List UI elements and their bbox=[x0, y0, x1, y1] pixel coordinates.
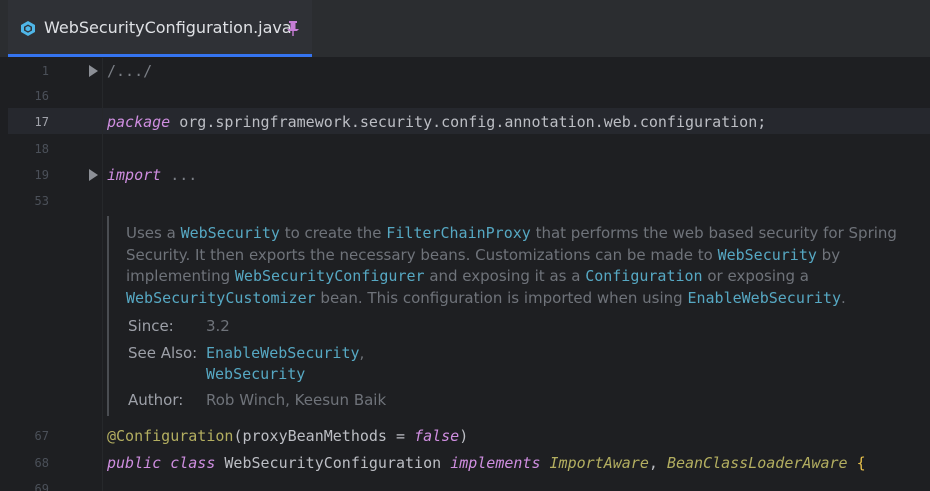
pin-icon[interactable] bbox=[286, 20, 300, 37]
code-line: 67 @Configuration(proxyBeanMethods = fal… bbox=[0, 423, 930, 449]
code-line: 19 import ... bbox=[0, 162, 930, 188]
code-line: 1 /.../ bbox=[0, 58, 930, 84]
doc-link-configuration[interactable]: Configuration bbox=[585, 267, 702, 285]
code-line: 68 public class WebSecurityConfiguration… bbox=[0, 450, 930, 476]
folded-placeholder: ... bbox=[170, 166, 198, 184]
javadoc-description: Uses a WebSecurity to create the FilterC… bbox=[126, 223, 926, 309]
see-also-separator: , bbox=[359, 344, 365, 362]
editor-tab-bar: WebSecurityConfiguration.java bbox=[0, 0, 930, 58]
folded-imports[interactable]: import ... bbox=[107, 162, 197, 188]
code-line: 53 bbox=[0, 188, 930, 214]
see-also-item: EnableWebSecurity, bbox=[206, 344, 364, 362]
line-number: 68 bbox=[34, 456, 49, 470]
doc-text: and exposing it as a bbox=[424, 267, 586, 285]
keyword: class bbox=[170, 454, 216, 472]
doc-text: . bbox=[841, 288, 846, 307]
see-also-link-enablewebsecurity[interactable]: EnableWebSecurity bbox=[206, 344, 360, 362]
line-number: 17 bbox=[34, 115, 49, 129]
line-number: 1 bbox=[41, 64, 49, 78]
keyword: public bbox=[107, 454, 162, 472]
tab-websecurityconfiguration[interactable]: WebSecurityConfiguration.java bbox=[8, 0, 312, 57]
author-label: Author: bbox=[128, 391, 184, 409]
package-statement[interactable]: package org.springframework.security.con… bbox=[107, 109, 766, 135]
doc-link-enablewebsecurity[interactable]: EnableWebSecurity bbox=[687, 289, 841, 307]
line-number: 53 bbox=[34, 194, 49, 208]
code-line: 69 bbox=[0, 476, 930, 491]
author-value: Rob Winch, Keesun Baik bbox=[206, 391, 387, 409]
doc-text: bean. This configuration is imported whe… bbox=[315, 288, 688, 307]
keyword: import bbox=[107, 166, 162, 184]
since-label: Since: bbox=[128, 317, 174, 335]
doc-text: to create the bbox=[279, 224, 387, 242]
doc-text: Uses a bbox=[126, 224, 181, 242]
separator: , bbox=[648, 454, 658, 472]
doc-link-websecurityconfigurer[interactable]: WebSecurityConfigurer bbox=[235, 267, 425, 285]
code-line: 18 bbox=[0, 136, 930, 162]
active-tab-indicator bbox=[8, 54, 312, 57]
doc-link-websecurity[interactable]: WebSecurity bbox=[181, 224, 280, 242]
class-name: WebSecurityConfiguration bbox=[224, 454, 442, 472]
keyword: package bbox=[107, 113, 171, 131]
since-value: 3.2 bbox=[206, 317, 230, 335]
fold-expand-icon[interactable] bbox=[89, 65, 98, 77]
java-class-icon bbox=[21, 21, 35, 36]
line-number: 16 bbox=[34, 89, 49, 103]
code-line: 17 package org.springframework.security.… bbox=[0, 109, 930, 135]
interface-name: BeanClassLoaderAware bbox=[666, 454, 848, 472]
doc-text: or exposing a bbox=[702, 267, 809, 285]
rendered-javadoc[interactable]: Uses a WebSecurity to create the FilterC… bbox=[107, 216, 919, 416]
keyword: false bbox=[414, 427, 460, 445]
code-editor[interactable]: 1 /.../ 16 17 package org.springframewor… bbox=[0, 58, 930, 491]
annotation: @Configuration bbox=[107, 427, 234, 445]
see-also-label: See Also: bbox=[128, 344, 198, 362]
interface-name: ImportAware bbox=[549, 454, 649, 472]
open-brace: { bbox=[856, 454, 866, 472]
keyword: implements bbox=[450, 454, 541, 472]
tab-title: WebSecurityConfiguration.java bbox=[44, 18, 292, 37]
see-also-link-websecurity[interactable]: WebSecurity bbox=[206, 365, 305, 383]
doc-link-websecurity[interactable]: WebSecurity bbox=[718, 246, 817, 264]
package-name: org.springframework.security.config.anno… bbox=[179, 113, 767, 131]
doc-link-filterchainproxy[interactable]: FilterChainProxy bbox=[386, 224, 531, 242]
annotation-args: (proxyBeanMethods = bbox=[233, 427, 415, 445]
line-number: 19 bbox=[34, 168, 49, 182]
code-line: 16 bbox=[0, 83, 930, 109]
class-declaration[interactable]: public class WebSecurityConfiguration im… bbox=[107, 450, 866, 476]
line-number: 67 bbox=[34, 429, 49, 443]
folded-header-comment[interactable]: /.../ bbox=[107, 58, 152, 84]
line-number: 69 bbox=[34, 482, 49, 491]
fold-expand-icon[interactable] bbox=[89, 169, 98, 181]
line-number: 18 bbox=[34, 142, 49, 156]
configuration-annotation[interactable]: @Configuration(proxyBeanMethods = false) bbox=[107, 423, 468, 449]
annotation-close: ) bbox=[459, 427, 469, 445]
doc-link-websecuritycustomizer[interactable]: WebSecurityCustomizer bbox=[126, 289, 316, 307]
